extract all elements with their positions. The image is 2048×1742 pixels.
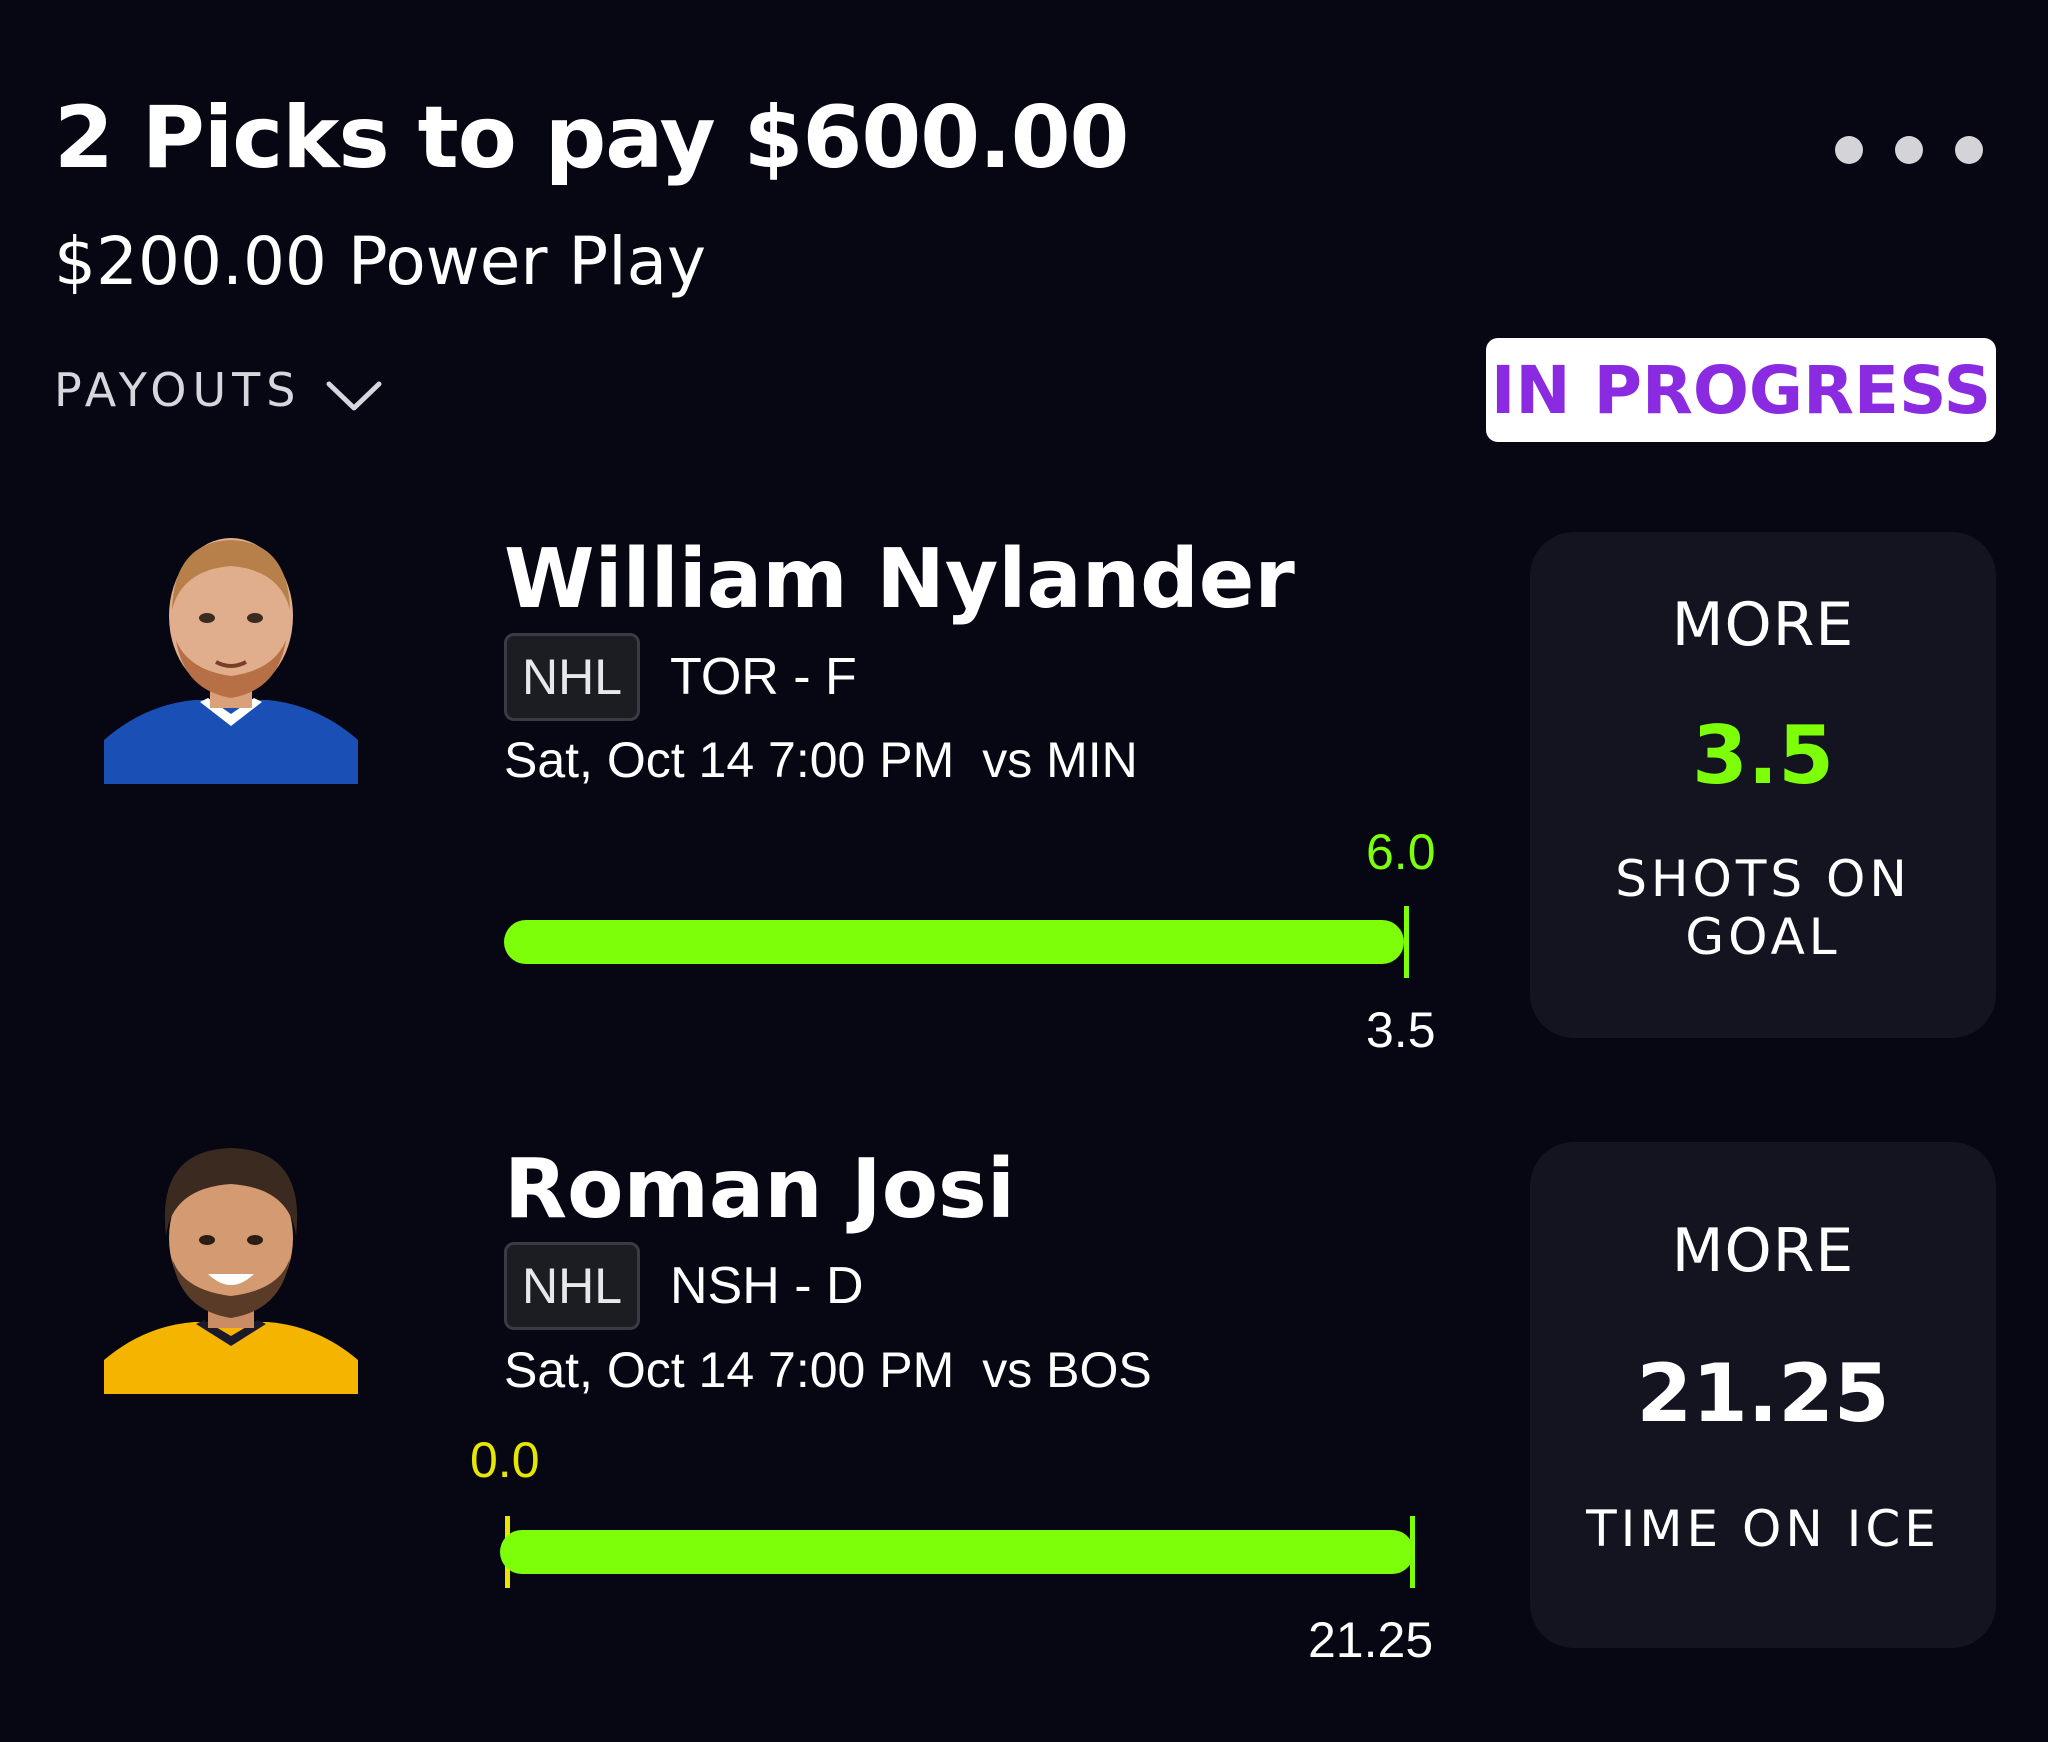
line-marker [1410,1516,1415,1588]
current-value: 0.0 [470,1432,540,1488]
game-info: Sat, Oct 14 7:00 PM vs MIN [504,730,1138,790]
game-info: Sat, Oct 14 7:00 PM vs BOS [504,1340,1152,1400]
line-marker [1404,906,1409,978]
pick-direction: MORE [1671,1216,1855,1286]
team-position: NSH - D [670,1257,864,1315]
line-value: 3.5 [1366,1002,1436,1058]
progress-bar [500,1530,1414,1574]
pick-direction: MORE [1671,590,1855,660]
stat-type: SHOTS ON GOAL [1615,850,1911,966]
projection-card[interactable]: MORE 3.5 SHOTS ON GOAL [1530,532,1996,1038]
current-value: 6.0 [1366,824,1436,880]
player-headshot [104,530,358,784]
game-time: Sat, Oct 14 7:00 PM [504,732,955,788]
opponent: vs BOS [982,1342,1152,1398]
line-value: 21.25 [1308,1612,1434,1668]
team-position: TOR - F [670,648,857,706]
stat-type: TIME ON ICE [1586,1500,1940,1558]
player-headshot [104,1140,358,1394]
pick-row[interactable]: Roman Josi NHL NSH - D Sat, Oct 14 7:00 … [0,0,2048,1668]
projection-line: 3.5 [1692,709,1834,802]
projection-card[interactable]: MORE 21.25 TIME ON ICE [1530,1142,1996,1648]
projection-line: 21.25 [1636,1347,1890,1440]
opponent: vs MIN [982,732,1138,788]
game-time: Sat, Oct 14 7:00 PM [504,1342,955,1398]
league-badge: NHL [504,633,640,721]
progress-bar [504,920,1404,964]
player-name: Roman Josi [504,1142,1015,1237]
league-badge: NHL [504,1242,640,1330]
